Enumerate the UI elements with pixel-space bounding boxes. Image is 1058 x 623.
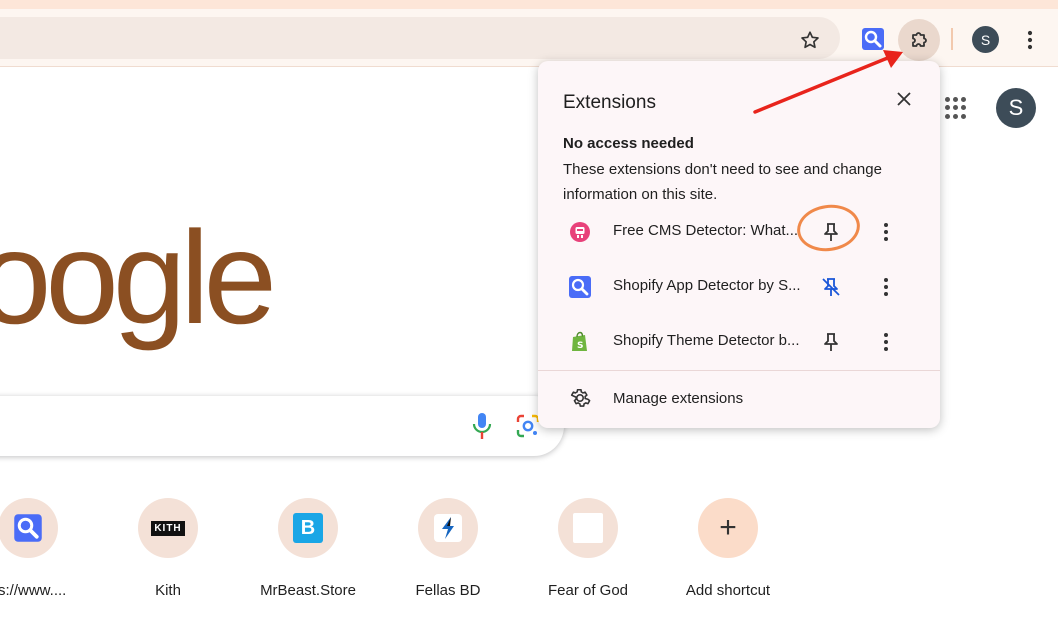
shortcut-label: Fear of God — [547, 582, 629, 599]
apps-dot — [953, 105, 958, 111]
shortcut-tile[interactable]: ps://www.... — [0, 498, 88, 599]
cms-detector-icon — [570, 222, 590, 242]
section-description: These extensions don't need to see and c… — [563, 161, 882, 203]
toolbar-divider — [951, 28, 953, 50]
kebab-icon — [884, 278, 888, 296]
address-bar[interactable] — [0, 17, 840, 59]
shortcut-icon: + — [698, 498, 758, 558]
kebab-icon — [884, 333, 888, 351]
apps-dot — [945, 113, 950, 119]
apps-dot — [961, 105, 966, 111]
apps-dot — [945, 105, 950, 111]
microphone-icon[interactable] — [471, 412, 493, 440]
mrbeast-logo: B — [293, 513, 323, 543]
shopify-bag-icon: S — [572, 331, 587, 351]
shortcut-icon — [558, 498, 618, 558]
profile-avatar-button[interactable]: S — [972, 26, 999, 53]
more-options-button[interactable] — [876, 330, 896, 354]
apps-dot — [953, 97, 958, 102]
pin-button[interactable] — [819, 330, 843, 354]
shortcut-label: ps://www.... — [0, 582, 67, 599]
google-logo: oogle — [0, 204, 277, 351]
pin-icon — [824, 333, 838, 351]
shortcut-tile[interactable]: B MrBeast.Store — [248, 498, 368, 599]
apps-dot — [961, 113, 966, 119]
extension-row[interactable]: S Shopify Theme Detector b... — [538, 319, 940, 365]
kith-logo: KITH — [151, 520, 185, 536]
unpin-button[interactable] — [819, 275, 843, 299]
shortcut-icon — [418, 498, 478, 558]
magnifier-icon — [569, 276, 591, 298]
shortcut-tile[interactable]: Fellas BD — [388, 498, 508, 599]
apps-dot — [953, 113, 958, 119]
shortcut-icon: B — [278, 498, 338, 558]
shortcut-label: Add shortcut — [685, 582, 771, 599]
manage-extensions-label: Manage extensions — [613, 390, 744, 407]
magnifier-icon — [14, 514, 42, 542]
shortcut-icon: KITH — [138, 498, 198, 558]
shortcut-tile[interactable]: KITH Kith — [108, 498, 228, 599]
window-top-strip — [0, 0, 1058, 9]
extension-name: Shopify App Detector by S... — [613, 277, 801, 294]
kebab-icon — [1027, 30, 1033, 50]
account-avatar-button[interactable]: S — [996, 88, 1036, 128]
shortcut-tile[interactable]: Fear of God — [528, 498, 648, 599]
google-apps-button[interactable] — [942, 94, 970, 122]
apps-dot — [945, 97, 950, 102]
section-heading: No access needed — [563, 135, 694, 152]
more-options-button[interactable] — [876, 220, 896, 244]
blank-favicon — [573, 513, 603, 543]
popup-title: Extensions — [563, 92, 656, 113]
extension-row[interactable]: Shopify App Detector by S... — [538, 264, 940, 310]
gear-icon — [570, 388, 591, 407]
browser-menu-button[interactable] — [1018, 26, 1042, 54]
kebab-icon — [884, 223, 888, 241]
more-options-button[interactable] — [876, 275, 896, 299]
shortcut-label: Kith — [155, 582, 181, 599]
manage-extensions-button[interactable]: Manage extensions — [538, 377, 940, 421]
apps-dot — [961, 97, 966, 102]
shortcut-icon — [0, 498, 58, 558]
annotation-arrow-icon — [753, 50, 903, 114]
pin-off-icon — [822, 278, 840, 296]
svg-text:S: S — [577, 341, 583, 351]
extension-name: Shopify Theme Detector b... — [613, 332, 800, 349]
add-shortcut-button[interactable]: + Add shortcut — [668, 498, 788, 599]
fellas-logo-icon — [434, 514, 462, 542]
extension-name: Free CMS Detector: What... — [613, 222, 799, 239]
shortcut-label: Fellas BD — [415, 582, 481, 599]
shortcut-label: MrBeast.Store — [260, 582, 356, 599]
extension-row[interactable]: Free CMS Detector: What... — [538, 209, 940, 255]
popup-divider — [538, 370, 940, 371]
plus-icon: + — [719, 511, 737, 544]
